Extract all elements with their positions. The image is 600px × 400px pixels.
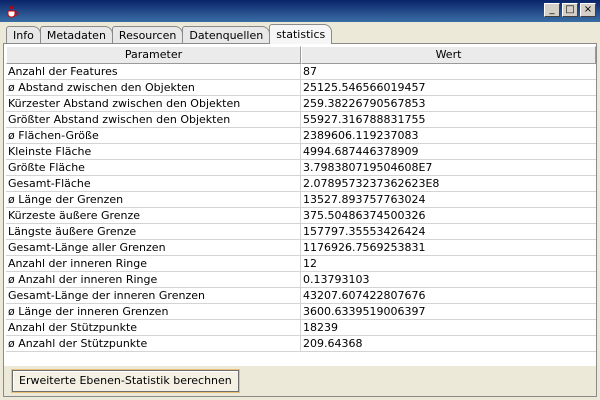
table-row[interactable]: Größter Abstand zwischen den Objekten 559… (6, 112, 596, 128)
statistics-panel: Parameter Wert Anzahl der Features 87 ø Ab… (3, 43, 597, 397)
parameter-cell: Größter Abstand zwischen den Objekten (6, 112, 301, 127)
parameter-cell: Kleinste Fläche (6, 144, 301, 159)
maximize-button[interactable]: □ (562, 3, 578, 17)
tab-resourcen[interactable]: Resourcen (111, 26, 184, 44)
parameter-cell: Anzahl der Stützpunkte (6, 320, 301, 335)
table-row[interactable]: ø Länge der Grenzen 13527.893757763024 (6, 192, 596, 208)
parameter-cell: ø Abstand zwischen den Objekten (6, 80, 301, 95)
value-cell: 2.07895732373626​23E8 (303, 177, 440, 190)
table-row[interactable]: ø Anzahl der inneren Ringe 0.13793103 (6, 272, 596, 288)
table-row[interactable]: Kürzester Abstand zwischen den Objekten 2… (6, 96, 596, 112)
parameter-cell: Kürzeste äußere Grenze (6, 208, 301, 223)
value-cell: 13527.893757763024 (303, 193, 426, 206)
table-row[interactable]: Kleinste Fläche 4994.687446378909 (6, 144, 596, 160)
parameter-cell: ø Anzahl der Stützpunkte (6, 336, 301, 351)
statistics-table: Parameter Wert Anzahl der Features 87 ø Ab… (6, 46, 596, 364)
parameter-cell: Kürzester Abstand zwischen den Objekten (6, 96, 301, 111)
tab-info[interactable]: Info (6, 26, 41, 44)
parameter-cell: ø Länge der Grenzen (6, 192, 301, 207)
value-cell: 0.13793103 (303, 273, 370, 286)
table-header: Parameter Wert (6, 46, 596, 64)
minimize-button[interactable]: _ (544, 3, 560, 17)
parameter-cell: Längste äußere Grenze (6, 224, 301, 239)
table-row[interactable]: Kürzeste äußere Grenze 375.50486374500326 (6, 208, 596, 224)
value-cell: 43207.607422807676 (303, 289, 426, 302)
table-row[interactable]: Größte Fläche 3.798380719504608E7 (6, 160, 596, 176)
table-row[interactable]: ø Abstand zwischen den Objekten 25125.546… (6, 80, 596, 96)
parameter-cell: Gesamt-Länge aller Grenzen (6, 240, 301, 255)
parameter-cell: ø Flächen-Größe (6, 128, 301, 143)
parameter-cell: ø Länge der inneren Grenzen (6, 304, 301, 319)
value-cell: 18239 (303, 321, 338, 334)
java-coffee-icon (4, 3, 20, 19)
parameter-cell: Gesamt-Fläche (6, 176, 301, 191)
value-cell: 55927.316788831755 (303, 113, 426, 126)
table-row[interactable]: ø Länge der inneren Grenzen 3600.63395190… (6, 304, 596, 320)
value-cell: 87 (303, 65, 317, 78)
value-cell: 2389606.119237083 (303, 129, 419, 142)
table-row[interactable]: Anzahl der inneren Ringe 12 (6, 256, 596, 272)
table-row[interactable]: Anzahl der Features 87 (6, 64, 596, 80)
value-cell: 4994.687446378909 (303, 145, 419, 158)
value-cell: 259.38226790567853 (303, 97, 426, 110)
value-cell: 209.64368 (303, 337, 363, 350)
footer-bar: Erweiterte Ebenen-Statistik berechnen (4, 366, 596, 396)
column-header-wert[interactable]: Wert (301, 46, 596, 64)
compute-extended-statistics-button[interactable]: Erweiterte Ebenen-Statistik berechnen (12, 370, 239, 392)
parameter-cell: Größte Fläche (6, 160, 301, 175)
value-cell: 12 (303, 257, 317, 270)
value-cell: 375.50486374500326 (303, 209, 426, 222)
table-row[interactable]: Gesamt-Länge aller Grenzen 1176926.756925… (6, 240, 596, 256)
tab-strip: Info Metadaten Resourcen Datenquellen st… (6, 24, 333, 44)
value-cell: 25125.546566019457 (303, 81, 426, 94)
column-header-parameter[interactable]: Parameter (6, 46, 301, 64)
value-cell: 157797.35553426424 (303, 225, 426, 238)
table-row[interactable]: Gesamt-Fläche 2.07895732373626​23E8 (6, 176, 596, 192)
parameter-cell: Anzahl der Features (6, 64, 301, 79)
table-row[interactable]: ø Flächen-Größe 2389606.119237083 (6, 128, 596, 144)
tab-metadaten[interactable]: Metadaten (39, 26, 113, 44)
table-body: Anzahl der Features 87 ø Abstand zwischen … (6, 64, 596, 352)
table-row[interactable]: Gesamt-Länge der inneren Grenzen 43207.60… (6, 288, 596, 304)
parameter-cell: Gesamt-Länge der inneren Grenzen (6, 288, 301, 303)
title-bar[interactable]: _ □ × (0, 0, 600, 22)
value-cell: 1176926.7569253831 (303, 241, 426, 254)
value-cell: 3.798380719504608E7 (303, 161, 433, 174)
table-row[interactable]: Anzahl der Stützpunkte 18239 (6, 320, 596, 336)
table-row[interactable]: ø Anzahl der Stützpunkte 209.64368 (6, 336, 596, 352)
parameter-cell: Anzahl der inneren Ringe (6, 256, 301, 271)
table-row[interactable]: Längste äußere Grenze 157797.35553426424 (6, 224, 596, 240)
close-button[interactable]: × (580, 3, 596, 17)
tab-statistics[interactable]: statistics (269, 24, 333, 44)
parameter-cell: ø Anzahl der inneren Ringe (6, 272, 301, 287)
value-cell: 3600.6339519006397 (303, 305, 426, 318)
tab-datenquellen[interactable]: Datenquellen (182, 26, 271, 44)
